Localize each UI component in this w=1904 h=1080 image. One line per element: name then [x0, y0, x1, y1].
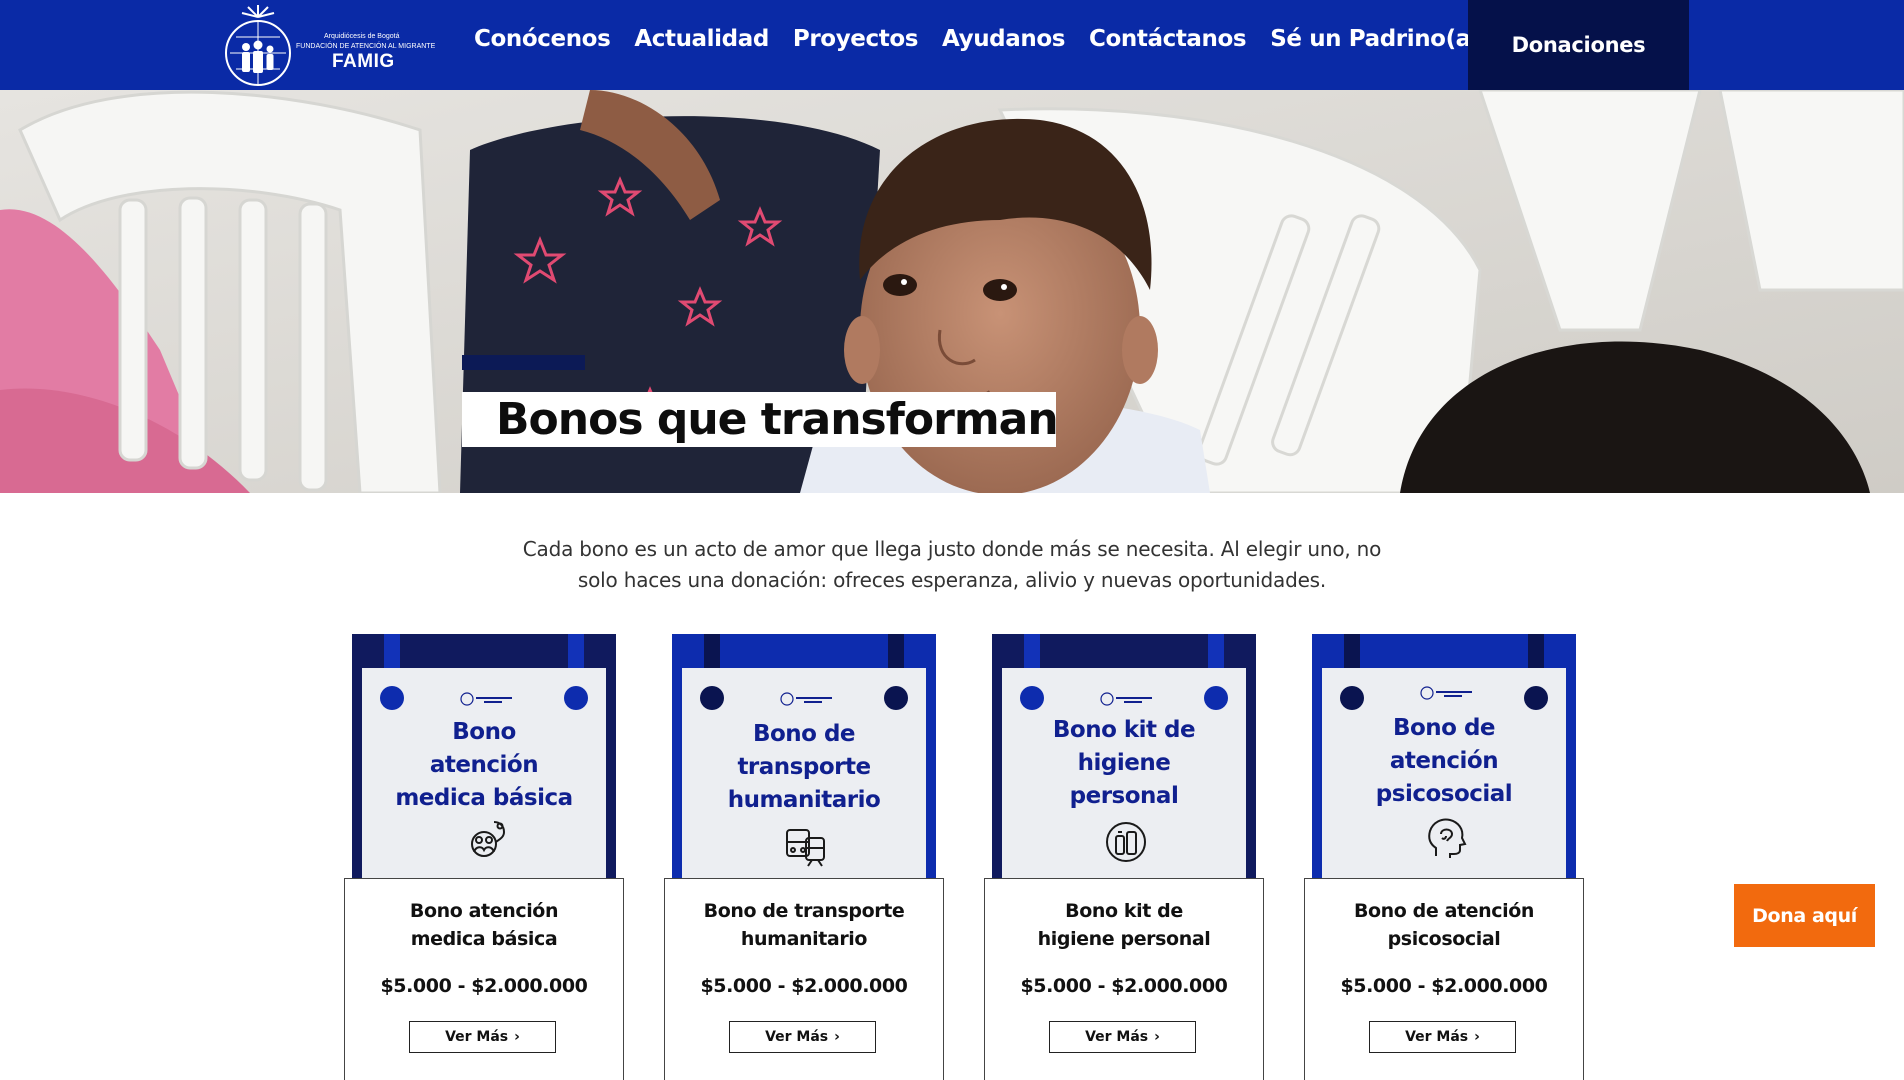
ver-mas-button[interactable]: Ver Más ›: [1049, 1021, 1196, 1053]
transport-icon: [786, 829, 825, 867]
card-title: Bono atención medica básica: [409, 900, 559, 950]
card-price: $5.000 - $2.000.000: [1020, 975, 1228, 997]
nav-item-actualidad[interactable]: Actualidad: [634, 26, 769, 52]
bono-card-psicosocial: Bono de atención psicosocial Bono de ate…: [1304, 634, 1584, 1080]
card-hole: [1204, 686, 1228, 710]
card-image[interactable]: Bono de atención psicosocial: [1312, 634, 1576, 879]
famig-mini-logo-icon: [780, 692, 832, 706]
intro-text: Cada bono es un acto de amor que llega j…: [500, 534, 1404, 596]
card-body: Bono de atención psicosocial $5.000 - $2…: [1304, 878, 1584, 1080]
bono-card-transporte: Bono de transporte humanitario Bono de t…: [664, 634, 944, 1080]
ver-mas-button[interactable]: Ver Más ›: [1369, 1021, 1516, 1053]
nav-item-ayudanos[interactable]: Ayudanos: [942, 26, 1065, 52]
card-image[interactable]: Bono kit de higiene personal: [992, 634, 1256, 879]
nav-item-conocenos[interactable]: Conócenos: [474, 26, 611, 52]
card-price: $5.000 - $2.000.000: [380, 975, 588, 997]
card-hole: [1524, 686, 1548, 710]
card-hole: [1340, 686, 1364, 710]
ver-mas-label: Ver Más: [445, 1029, 509, 1045]
card-price: $5.000 - $2.000.000: [700, 975, 908, 997]
card-hole: [700, 686, 724, 710]
card-image-title: Bono kit de higiene personal: [1052, 717, 1196, 809]
famig-emblem-icon: [225, 5, 291, 86]
nav-item-padrino[interactable]: Sé un Padrino(a): [1270, 26, 1481, 52]
bono-card-higiene: Bono kit de higiene personal Bono kit de…: [984, 634, 1264, 1080]
hygiene-icon: [1106, 822, 1146, 862]
card-image-title: Bono de atención psicosocial: [1375, 715, 1513, 807]
card-body: Bono de transporte humanitario $5.000 - …: [664, 878, 944, 1080]
card-body: Bono atención medica básica $5.000 - $2.…: [344, 878, 624, 1080]
card-body: Bono kit de higiene personal $5.000 - $2…: [984, 878, 1264, 1080]
chevron-right-icon: ›: [1474, 1029, 1480, 1045]
card-image[interactable]: Bono de transporte humanitario: [672, 634, 936, 879]
hero-accent-bar: [462, 355, 585, 370]
famig-mini-logo-icon: [1420, 686, 1472, 700]
card-price: $5.000 - $2.000.000: [1340, 975, 1548, 997]
famig-mini-logo-icon: [1100, 692, 1152, 706]
logo-name: FAMIG: [332, 51, 395, 72]
medical-icon: [471, 821, 506, 857]
nav-item-contactanos[interactable]: Contáctanos: [1089, 26, 1247, 52]
card-title: Bono de transporte humanitario: [703, 900, 905, 950]
intro-line-2: solo haces una donación: ofreces esperan…: [577, 568, 1327, 592]
logo-subtitle-1: Arquidiócesis de Bogotá: [324, 33, 400, 40]
logo-subtitle-2: FUNDACIÓN DE ATENCIÓN AL MIGRANTE: [296, 43, 436, 50]
ver-mas-label: Ver Más: [765, 1029, 829, 1045]
hero-banner: Bonos que transforman: [0, 90, 1904, 493]
card-image-title: Bono de transporte humanitario: [727, 721, 881, 813]
ver-mas-button[interactable]: Ver Más ›: [729, 1021, 876, 1053]
famig-mini-logo-icon: [460, 692, 512, 706]
ver-mas-button[interactable]: Ver Más ›: [409, 1021, 556, 1053]
card-hole: [884, 686, 908, 710]
chevron-right-icon: ›: [1154, 1029, 1160, 1045]
card-image-title: Bono atención medica básica: [395, 719, 573, 811]
chevron-right-icon: ›: [834, 1029, 840, 1045]
donaciones-button[interactable]: Donaciones: [1468, 0, 1689, 90]
ver-mas-label: Ver Más: [1405, 1029, 1469, 1045]
psychology-icon: [1428, 818, 1467, 858]
famig-logo[interactable]: Arquidiócesis de Bogotá FUNDACIÓN DE ATE…: [224, 3, 436, 87]
card-title: Bono de atención psicosocial: [1353, 900, 1535, 950]
hero-title: Bonos que transforman: [496, 394, 1059, 445]
nav-item-proyectos[interactable]: Proyectos: [793, 26, 919, 52]
chevron-right-icon: ›: [514, 1029, 520, 1045]
card-hole: [380, 686, 404, 710]
ver-mas-label: Ver Más: [1085, 1029, 1149, 1045]
dona-aqui-button[interactable]: Dona aquí: [1734, 884, 1875, 947]
intro-line-1: Cada bono es un acto de amor que llega j…: [522, 537, 1382, 561]
bono-card-medica: Bono atención medica básica Bono atenció…: [344, 634, 624, 1080]
card-title: Bono kit de higiene personal: [1037, 900, 1211, 950]
card-hole: [1020, 686, 1044, 710]
card-hole: [564, 686, 588, 710]
main-nav: Conócenos Actualidad Proyectos Ayudanos …: [474, 26, 1505, 52]
site-header: Arquidiócesis de Bogotá FUNDACIÓN DE ATE…: [0, 0, 1904, 90]
card-image[interactable]: Bono atención medica básica: [352, 634, 616, 879]
